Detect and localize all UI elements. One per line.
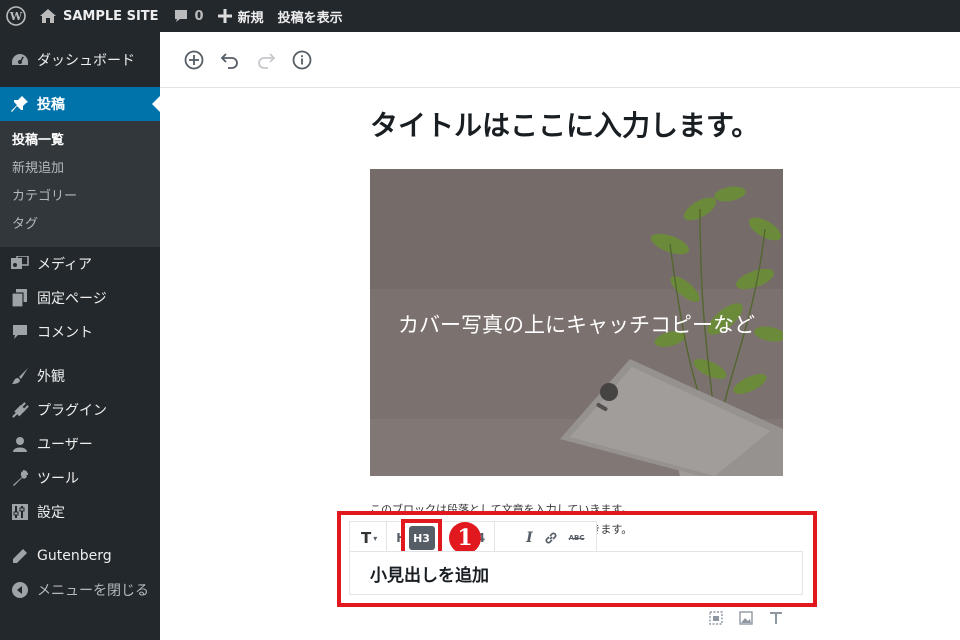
bold-button[interactable] [499,523,521,553]
info-button[interactable] [284,42,320,78]
sidebar-item-label: 固定ページ [37,291,107,307]
sidebar-item-users[interactable]: ユーザー [0,427,160,461]
text-icon [770,612,782,624]
comment-icon [174,10,187,22]
sidebar-item-label: 投稿 [37,97,65,113]
add-block-button[interactable] [176,42,212,78]
sidebar-item-label: メディア [37,257,93,273]
chevron-down-icon: ▾ [373,533,378,543]
home-icon [40,9,56,23]
insert-heading-button[interactable] [766,608,786,628]
pages-icon [10,288,30,308]
undo-button[interactable] [212,42,248,78]
heading-h3-button[interactable]: H3 [408,526,435,550]
toolbar-separator [494,521,496,555]
dashboard-icon [10,50,30,70]
strikethrough-label: ABC [568,534,585,542]
wordpress-logo-icon[interactable]: W [0,0,32,32]
comments-link[interactable]: 0 [166,0,211,32]
post-title[interactable]: タイトルはここに入力します。 [370,104,759,144]
submenu-item-all-posts[interactable]: 投稿一覧 [0,127,160,155]
media-icon [10,254,30,274]
sidebar-item-label: 設定 [37,505,65,521]
posts-submenu: 投稿一覧 新規追加 カテゴリー タグ [0,121,160,247]
cover-caption[interactable]: カバー写真の上にキャッチコピーなど [370,309,783,339]
sidebar-item-gutenberg[interactable]: Gutenberg [0,539,160,573]
pencil-icon [10,546,30,566]
sidebar-item-dashboard[interactable]: ダッシュボード [0,43,160,77]
new-label: 新規 [237,10,264,26]
plus-icon [217,9,232,23]
comments-count: 0 [194,8,204,24]
sidebar-item-media[interactable]: メディア [0,247,160,281]
admin-sidebar: ダッシュボード 投稿 投稿一覧 新規追加 カテゴリー タグ メディア 固定ページ… [0,32,160,640]
site-name-link[interactable]: SAMPLE SITE [32,0,166,32]
sidebar-item-settings[interactable]: 設定 [0,495,160,529]
image-icon [739,611,753,625]
plugin-icon [10,400,30,420]
sidebar-item-tools[interactable]: ツール [0,461,160,495]
sidebar-item-appearance[interactable]: 外観 [0,359,160,393]
sidebar-item-posts[interactable]: 投稿 [0,87,160,121]
undo-icon [220,52,238,69]
sidebar-item-label: ツール [37,471,79,487]
step-number-badge: 1 [449,522,481,554]
user-icon [10,434,30,454]
sidebar-item-pages[interactable]: 固定ページ [0,281,160,315]
new-content-link[interactable]: 新規 [211,0,271,32]
heading-text: 小見出しを追加 [370,565,489,586]
sidebar-item-comments[interactable]: コメント [0,315,160,349]
wrench-icon [10,468,30,488]
link-icon [545,532,557,544]
heading-block[interactable]: 小見出しを追加 [349,551,803,595]
editor-header-toolbar [160,32,960,88]
h3-label: H3 [413,531,430,545]
sidebar-item-label: Gutenberg [37,548,112,564]
sidebar-item-label: 外観 [37,369,65,385]
info-icon [292,50,312,69]
sidebar-item-label: コメント [37,325,93,341]
admin-bar: W SAMPLE SITE 0 新規 投稿を表示 [0,0,960,32]
link-button[interactable] [538,523,564,553]
gallery-icon [709,611,723,625]
plus-circle-icon [184,50,204,69]
strikethrough-button[interactable]: ABC [564,523,590,553]
comments-icon [10,322,30,342]
sidebar-item-plugins[interactable]: プラグイン [0,393,160,427]
submenu-item-categories[interactable]: カテゴリー [0,183,160,211]
text-type-label: T [361,529,372,547]
cover-block[interactable]: カバー写真の上にキャッチコピーなど [370,169,783,476]
paintbrush-icon [10,366,30,386]
insert-image-button[interactable] [736,608,756,628]
collapse-arrow-icon [10,580,30,600]
redo-icon [258,52,276,69]
block-type-switcher[interactable]: T ▾ [356,523,382,553]
sidebar-item-label: ユーザー [37,437,93,453]
italic-button[interactable]: I [521,523,538,553]
quick-inserter [706,608,786,628]
site-name: SAMPLE SITE [63,8,159,24]
italic-label: I [526,530,533,546]
toolbar-separator [386,521,388,555]
settings-icon [10,502,30,522]
sidebar-item-label: メニューを閉じる [37,583,149,599]
sidebar-item-label: プラグイン [37,403,107,419]
view-post-link[interactable]: 投稿を表示 [271,0,350,32]
submenu-item-add-new[interactable]: 新規追加 [0,155,160,183]
pushpin-icon [10,94,30,114]
view-post-label: 投稿を表示 [277,10,343,26]
sidebar-collapse-menu[interactable]: メニューを閉じる [0,573,160,607]
submenu-item-tags[interactable]: タグ [0,211,160,239]
svg-text:W: W [9,10,23,23]
insert-gallery-button[interactable] [706,608,726,628]
redo-button[interactable] [248,42,284,78]
sidebar-item-label: ダッシュボード [37,53,135,69]
